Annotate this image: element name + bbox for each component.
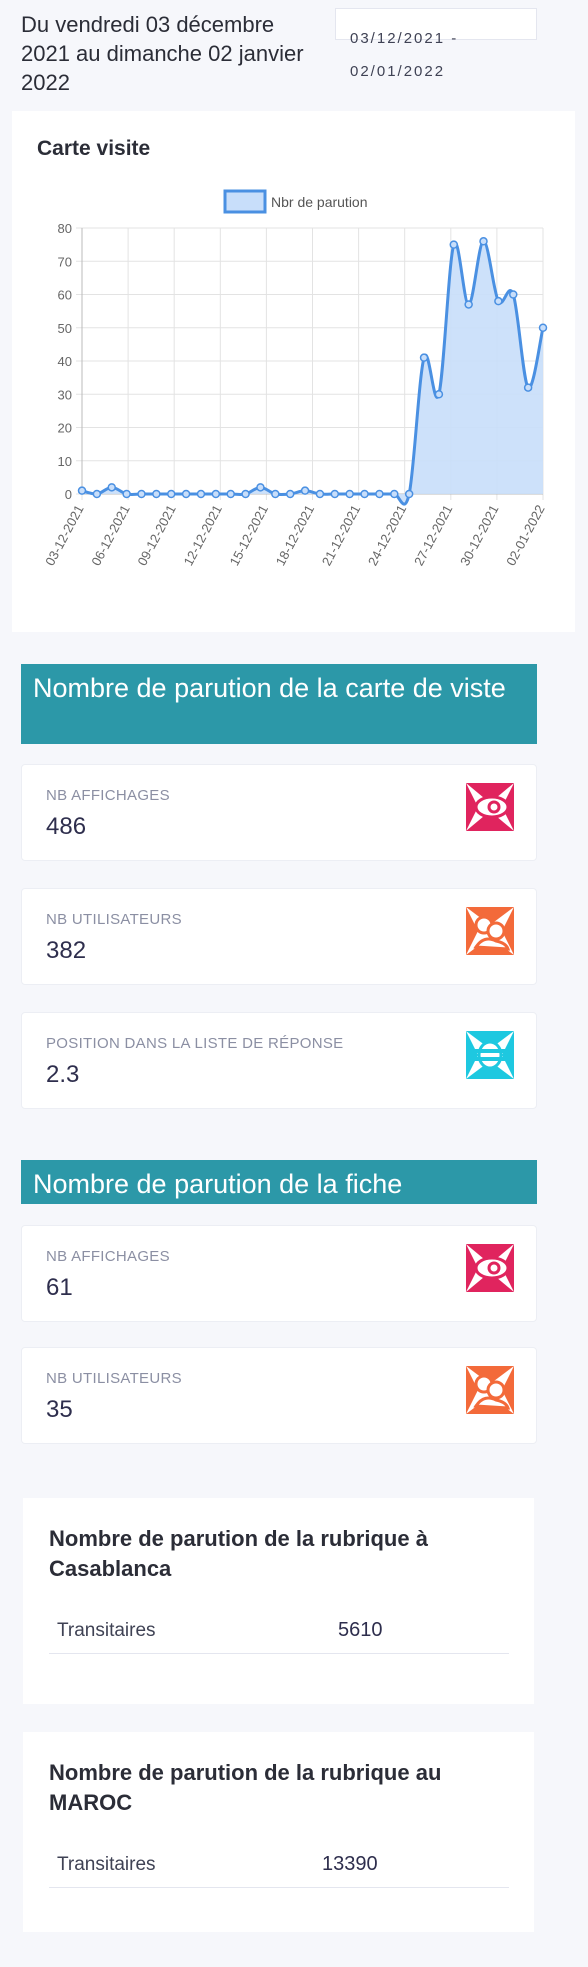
x-tick-label: 15-12-2021 bbox=[227, 502, 271, 568]
data-point bbox=[211, 489, 221, 499]
data-point bbox=[152, 489, 161, 499]
section-title-carte-visite: Nombre de parution de la carte de viste bbox=[21, 664, 537, 744]
x-tick-label: 30-12-2021 bbox=[457, 502, 501, 568]
eye-icon bbox=[466, 1244, 514, 1292]
y-tick-label: 20 bbox=[58, 421, 72, 436]
section-title-fiche: Nombre de parution de la fiche bbox=[21, 1160, 537, 1204]
stat-label: NB UTILISATEURS bbox=[46, 911, 182, 928]
x-tick-label: 27-12-2021 bbox=[411, 502, 455, 568]
data-point bbox=[494, 296, 503, 306]
rubrique-title: Nombre de parution de la rubrique au MAR… bbox=[49, 1760, 442, 1815]
data-point bbox=[300, 486, 310, 495]
data-point bbox=[419, 353, 429, 362]
data-point bbox=[464, 300, 473, 309]
x-tick-label: 06-12-2021 bbox=[88, 502, 132, 568]
data-point bbox=[390, 489, 399, 499]
x-tick-label: 09-12-2021 bbox=[134, 502, 178, 568]
data-point bbox=[375, 489, 384, 499]
x-tick-label: 21-12-2021 bbox=[319, 502, 363, 568]
data-point bbox=[256, 483, 265, 492]
data-point bbox=[315, 489, 325, 499]
stat-value: 486 bbox=[46, 813, 87, 840]
data-point bbox=[449, 240, 459, 249]
x-tick-label: 03-12-2021 bbox=[42, 502, 86, 568]
stat-card-affichages-fiche: NB AFFICHAGES 61 bbox=[21, 1225, 537, 1322]
x-tick-label: 02-01-2022 bbox=[503, 502, 547, 568]
data-point bbox=[181, 489, 191, 499]
data-point bbox=[92, 489, 102, 499]
table-row: Transitaires 13390 bbox=[49, 1842, 509, 1888]
parution-area-chart: 0 10 20 30 40 50 60 70 80 03-12-2021 06-12-2021 09-… bbox=[42, 189, 548, 568]
data-point bbox=[241, 489, 250, 499]
rubrique-name: Transitaires bbox=[57, 1620, 156, 1641]
data-point bbox=[479, 237, 488, 246]
x-tick-label: 24-12-2021 bbox=[365, 502, 409, 568]
y-tick-label: 10 bbox=[58, 454, 72, 469]
stat-value: 35 bbox=[46, 1396, 73, 1423]
data-point bbox=[404, 489, 414, 499]
y-tick-label: 40 bbox=[58, 354, 72, 369]
legend-swatch bbox=[223, 189, 267, 214]
stat-card-position: POSITION DANS LA LISTE DE RÉPONSE 2.3 bbox=[21, 1012, 537, 1109]
y-tick-label: 80 bbox=[58, 221, 72, 236]
users-icon bbox=[466, 1366, 514, 1414]
stat-value: 2.3 bbox=[46, 1061, 80, 1088]
stat-label: NB AFFICHAGES bbox=[46, 1248, 170, 1265]
table-row: Transitaires 5610 bbox=[49, 1608, 509, 1654]
data-point bbox=[137, 489, 146, 499]
rubrique-value: 13390 bbox=[322, 1853, 378, 1875]
data-point bbox=[538, 323, 548, 332]
data-point bbox=[107, 483, 116, 492]
y-tick-label: 50 bbox=[58, 321, 72, 336]
data-point bbox=[285, 489, 295, 499]
date-range-value[interactable]: 03/12/2021 - 02/01/2022 bbox=[350, 22, 540, 88]
data-point bbox=[122, 489, 131, 499]
data-point bbox=[271, 489, 280, 499]
list-position-icon bbox=[466, 1031, 514, 1079]
users-icon bbox=[466, 907, 514, 955]
rubrique-casablanca-card: Nombre de parution de la rubrique à Casa… bbox=[23, 1498, 534, 1704]
data-point bbox=[77, 486, 87, 495]
stat-value: 61 bbox=[46, 1274, 73, 1301]
data-point bbox=[523, 383, 533, 392]
y-tick-label: 60 bbox=[58, 288, 72, 303]
stat-card-utilisateurs: NB UTILISATEURS 382 bbox=[21, 888, 537, 985]
chart-card: Carte visite 0 10 20 30 40 50 60 70 80 03-12-2021… bbox=[12, 111, 575, 632]
stat-label: NB AFFICHAGES bbox=[46, 787, 170, 804]
stat-value: 382 bbox=[46, 937, 87, 964]
period-text: Du vendredi 03 décembre 2021 au dimanche… bbox=[21, 12, 304, 95]
stat-card-utilisateurs-fiche: NB UTILISATEURS 35 bbox=[21, 1347, 537, 1444]
x-tick-label: 12-12-2021 bbox=[180, 502, 224, 568]
eye-icon bbox=[466, 783, 514, 831]
data-point bbox=[330, 489, 340, 499]
y-tick-label: 0 bbox=[65, 487, 72, 502]
data-point bbox=[226, 489, 235, 499]
stat-label: NB UTILISATEURS bbox=[46, 1370, 182, 1387]
y-tick-label: 30 bbox=[58, 387, 72, 402]
stat-card-affichages: NB AFFICHAGES 486 bbox=[21, 764, 537, 861]
rubrique-title: Nombre de parution de la rubrique à Casa… bbox=[49, 1526, 428, 1581]
data-point bbox=[345, 489, 354, 499]
x-tick-label: 18-12-2021 bbox=[273, 502, 317, 568]
data-point bbox=[360, 489, 369, 499]
data-point bbox=[434, 390, 444, 399]
data-point bbox=[509, 290, 518, 299]
rubrique-maroc-card: Nombre de parution de la rubrique au MAR… bbox=[23, 1732, 534, 1932]
stat-label: POSITION DANS LA LISTE DE RÉPONSE bbox=[46, 1035, 344, 1052]
data-point bbox=[196, 489, 206, 499]
y-tick-label: 70 bbox=[58, 254, 72, 269]
data-point bbox=[166, 489, 176, 499]
legend-label: Nbr de parution bbox=[271, 194, 368, 210]
rubrique-name: Transitaires bbox=[57, 1854, 156, 1875]
rubrique-value: 5610 bbox=[338, 1619, 383, 1641]
